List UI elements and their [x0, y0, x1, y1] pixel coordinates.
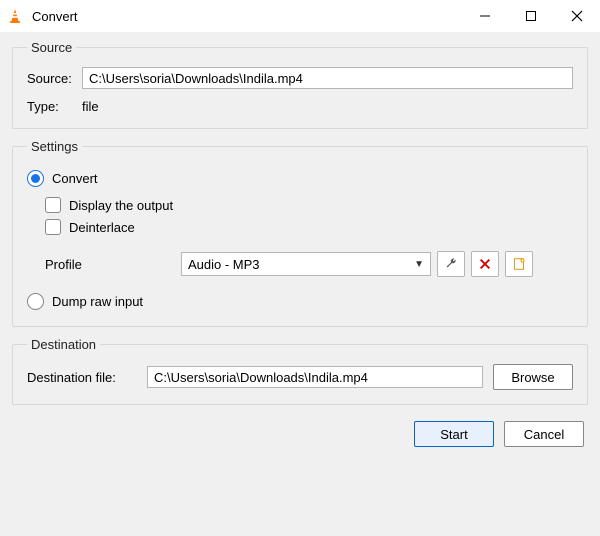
radio-unchecked-icon: [27, 293, 44, 310]
type-value: file: [82, 99, 99, 114]
destination-file-input[interactable]: [147, 366, 483, 388]
convert-radio[interactable]: Convert: [27, 170, 573, 187]
new-document-icon: [512, 257, 526, 271]
destination-file-label: Destination file:: [27, 370, 137, 385]
chevron-down-icon: ▼: [414, 259, 424, 270]
delete-profile-button[interactable]: [471, 251, 499, 277]
profile-value: Audio - MP3: [188, 257, 260, 272]
type-label: Type:: [27, 99, 82, 114]
destination-group: Destination Destination file: Browse: [12, 337, 588, 405]
cancel-button[interactable]: Cancel: [504, 421, 584, 447]
vlc-cone-icon: [6, 7, 24, 25]
wrench-icon: [444, 257, 458, 271]
settings-legend: Settings: [27, 139, 82, 154]
browse-button[interactable]: Browse: [493, 364, 573, 390]
radio-checked-icon: [27, 170, 44, 187]
convert-radio-label: Convert: [52, 171, 98, 186]
window-title: Convert: [32, 9, 78, 24]
minimize-button[interactable]: [462, 0, 508, 32]
dump-radio-label: Dump raw input: [52, 294, 143, 309]
profile-label: Profile: [45, 257, 175, 272]
source-label: Source:: [27, 71, 82, 86]
new-profile-button[interactable]: [505, 251, 533, 277]
dump-radio[interactable]: Dump raw input: [27, 293, 573, 310]
deinterlace-checkbox[interactable]: Deinterlace: [45, 219, 573, 235]
profile-select[interactable]: Audio - MP3 ▼: [181, 252, 431, 276]
dialog-footer: Start Cancel: [12, 415, 588, 447]
deinterlace-label: Deinterlace: [69, 220, 135, 235]
title-bar: Convert: [0, 0, 600, 32]
source-group: Source Source: Type: file: [12, 40, 588, 129]
checkbox-icon: [45, 219, 61, 235]
display-output-checkbox[interactable]: Display the output: [45, 197, 573, 213]
destination-legend: Destination: [27, 337, 100, 352]
delete-x-icon: [478, 257, 492, 271]
maximize-button[interactable]: [508, 0, 554, 32]
source-legend: Source: [27, 40, 76, 55]
source-input[interactable]: [82, 67, 573, 89]
checkbox-icon: [45, 197, 61, 213]
start-button[interactable]: Start: [414, 421, 494, 447]
display-output-label: Display the output: [69, 198, 173, 213]
close-button[interactable]: [554, 0, 600, 32]
edit-profile-button[interactable]: [437, 251, 465, 277]
settings-group: Settings Convert Display the output Dein…: [12, 139, 588, 327]
